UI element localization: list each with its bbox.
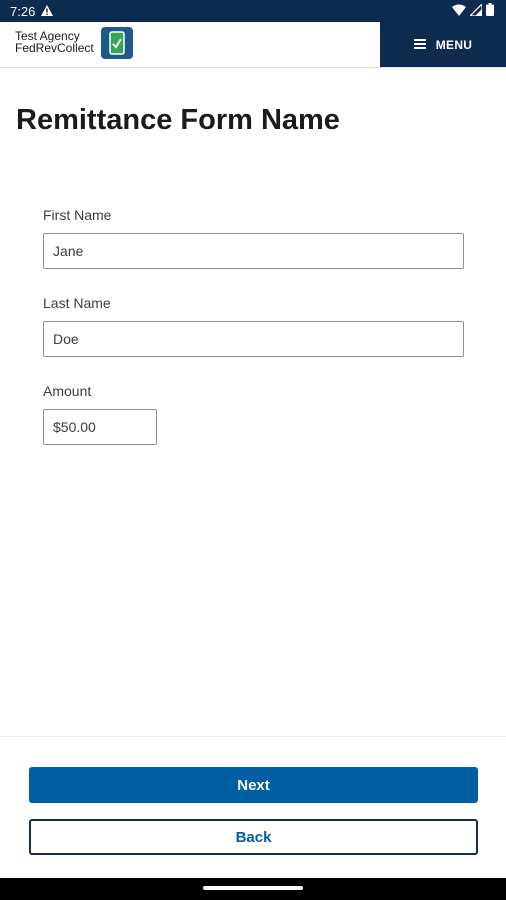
last-name-label: Last Name	[43, 295, 111, 311]
menu-label: MENU	[435, 37, 473, 52]
back-button[interactable]: Back	[29, 819, 478, 855]
first-name-label: First Name	[43, 207, 112, 223]
signal-icon	[468, 1, 483, 19]
page-title: Remittance Form Name	[16, 104, 340, 136]
status-time: 7:26	[10, 3, 36, 19]
battery-icon	[486, 3, 494, 19]
home-gesture-handle[interactable]	[203, 886, 303, 890]
next-button[interactable]: Next	[29, 767, 478, 803]
app-header: Test Agency FedRevCollect MENU	[0, 22, 506, 68]
hamburger-icon	[413, 38, 426, 52]
wifi-icon	[452, 4, 466, 19]
footer-divider	[0, 736, 506, 737]
agency-name: Test Agency FedRevCollect	[15, 30, 94, 54]
menu-button[interactable]: MENU	[380, 22, 506, 67]
last-name-input[interactable]	[43, 321, 464, 357]
agency-brand[interactable]: Test Agency FedRevCollect	[15, 27, 133, 59]
amount-label: Amount	[43, 383, 92, 399]
agency-name-line2: FedRevCollect	[15, 41, 94, 55]
system-nav-bar	[0, 878, 506, 900]
agency-logo-icon	[101, 27, 133, 59]
status-right	[452, 1, 494, 19]
status-left: 7:26	[10, 3, 54, 19]
amount-input[interactable]	[43, 409, 157, 445]
first-name-input[interactable]	[43, 233, 464, 269]
alert-icon	[41, 4, 54, 19]
status-bar: 7:26	[0, 0, 506, 22]
